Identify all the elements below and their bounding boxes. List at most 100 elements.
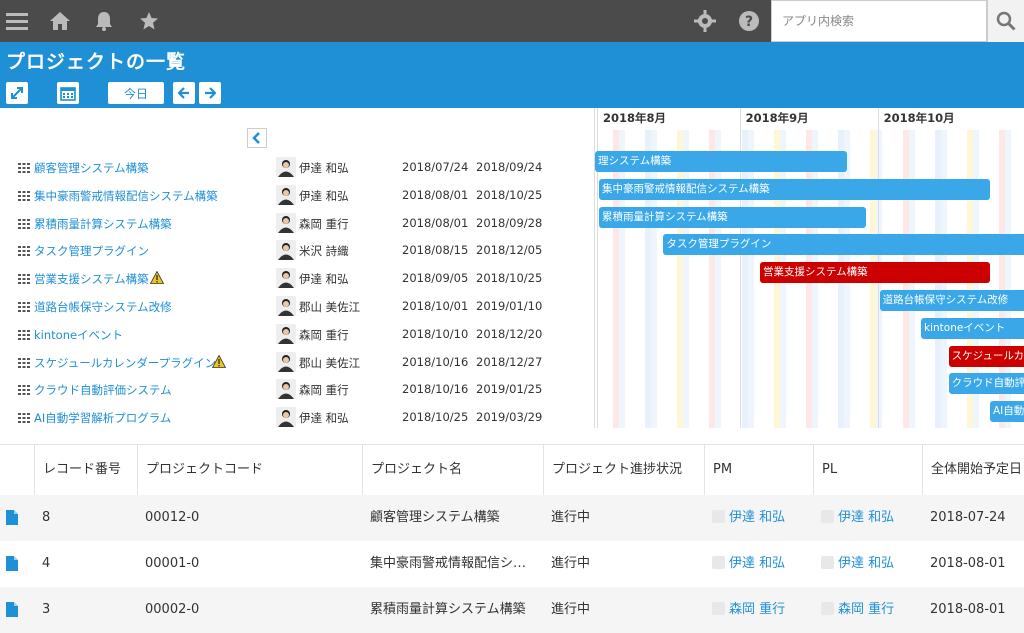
expand-button[interactable] xyxy=(6,82,28,104)
home-icon[interactable] xyxy=(47,8,73,34)
prev-button[interactable] xyxy=(173,82,195,104)
star-icon[interactable] xyxy=(136,8,162,34)
project-name-link[interactable]: スケジュールカレンダープラグイン xyxy=(34,355,216,371)
search-input[interactable]: アプリ内検索 xyxy=(771,0,987,42)
column-header[interactable]: PM xyxy=(704,445,813,495)
start-date: 2018/10/25 xyxy=(402,410,469,425)
cell-pl[interactable]: 伊達 和弘 xyxy=(813,495,922,541)
avatar xyxy=(276,157,296,177)
gantt-row[interactable]: AI自動学習解析プログラム 伊達 和弘 2018/10/25 2019/03/29 xyxy=(0,404,594,432)
gantt-row[interactable]: スケジュールカレンダープラグイン 郡山 美佐江 2018/10/16 2018/12/… xyxy=(0,349,594,377)
gantt-row[interactable]: 営業支援システム構築 伊達 和弘 2018/09/05 2018/10/25 xyxy=(0,265,594,293)
gantt-row[interactable]: タスク管理プラグイン 米沢 詩織 2018/08/15 2018/12/05 xyxy=(0,237,594,265)
start-date: 2018/09/05 xyxy=(402,271,469,286)
table-header: レコード番号 プロジェクトコード プロジェクト名 プロジェクト進捗状況 PM PL 全体開始… xyxy=(0,445,1024,495)
next-button[interactable] xyxy=(199,82,221,104)
user-name-link[interactable]: 伊達 和弘 xyxy=(838,556,894,571)
project-name-link[interactable]: 道路台帳保守システム改修 xyxy=(34,299,172,315)
grid-icon xyxy=(18,412,30,424)
weekend-stripe xyxy=(683,130,690,428)
grid-icon xyxy=(18,384,30,396)
cell-pm[interactable]: 伊達 和弘 xyxy=(704,541,813,587)
record-table: レコード番号 プロジェクトコード プロジェクト名 プロジェクト進捗状況 PM PL 全体開始… xyxy=(0,444,1024,633)
gantt-row[interactable]: kintoneイベント 森岡 重行 2018/10/10 2018/12/20 xyxy=(0,321,594,349)
gantt-task-list: 顧客管理システム構築 伊達 和弘 2018/07/24 2018/09/24 集中豪雨警… xyxy=(0,108,594,428)
gantt-row[interactable]: 顧客管理システム構築 伊達 和弘 2018/07/24 2018/09/24 xyxy=(0,154,594,182)
gantt-row[interactable]: 累積雨量計算システム構築 森岡 重行 2018/08/01 2018/09/28 xyxy=(0,210,594,238)
column-header[interactable]: プロジェクト進捗状況 xyxy=(543,445,704,495)
start-date: 2018/10/16 xyxy=(402,354,469,369)
project-name-link[interactable]: AI自動学習解析プログラム xyxy=(34,410,171,426)
user-name-link[interactable]: 伊達 和弘 xyxy=(838,510,894,525)
column-header[interactable]: 全体開始予定日 xyxy=(922,445,1024,495)
gantt-bar[interactable]: 累積雨量計算システム構築 xyxy=(599,206,866,228)
project-name-link[interactable]: 累積雨量計算システム構築 xyxy=(34,216,172,232)
cell-pl[interactable]: 森岡 重行 xyxy=(813,587,922,633)
today-button[interactable]: 今日 xyxy=(108,82,164,104)
start-date: 2018/08/01 xyxy=(402,187,469,202)
menu-icon[interactable] xyxy=(4,8,30,34)
top-bar: ? アプリ内検索 xyxy=(0,0,1024,42)
user-name-link[interactable]: 伊達 和弘 xyxy=(729,556,785,571)
grid-icon xyxy=(18,273,30,285)
record-detail-icon[interactable] xyxy=(6,510,18,525)
person-name: 伊達 和弘 xyxy=(299,161,349,175)
warning-icon xyxy=(211,354,227,368)
column-header[interactable]: プロジェクト名 xyxy=(362,445,543,495)
gantt-bar[interactable]: 集中豪雨警戒情報配信システム構築 xyxy=(599,178,990,200)
project-name-link[interactable]: 顧客管理システム構築 xyxy=(34,160,149,176)
start-date: 2018/08/01 xyxy=(402,215,469,230)
record-detail-icon[interactable] xyxy=(6,602,18,617)
user-name-link[interactable]: 森岡 重行 xyxy=(838,602,894,617)
gantt-row[interactable]: 集中豪雨警戒情報配信システム構築 伊達 和弘 2018/08/01 2018/10/2… xyxy=(0,182,594,210)
column-header[interactable]: プロジェクトコード xyxy=(137,445,362,495)
project-name-link[interactable]: クラウド自動評価システム xyxy=(34,382,172,398)
search-button[interactable] xyxy=(987,0,1024,42)
calendar-button[interactable] xyxy=(57,82,79,104)
cell-pl[interactable]: 伊達 和弘 xyxy=(813,541,922,587)
record-detail-icon[interactable] xyxy=(6,556,18,571)
person-name: 郡山 美佐江 xyxy=(299,355,361,370)
gantt-bar[interactable]: 理システム構築 xyxy=(595,151,848,172)
chevron-left-icon xyxy=(252,132,260,144)
start-date: 2018/07/24 xyxy=(402,160,469,174)
collapse-button[interactable] xyxy=(247,128,267,148)
gantt-bar[interactable]: AI自動 xyxy=(990,401,1024,423)
avatar xyxy=(276,407,296,428)
column-header[interactable]: レコード番号 xyxy=(34,445,137,495)
gantt-bar[interactable]: kintoneイベント xyxy=(921,317,1024,339)
project-name-link[interactable]: 営業支援システム構築 xyxy=(34,271,149,287)
gantt-row[interactable]: クラウド自動評価システム 森岡 重行 2018/10/16 2019/01/25 xyxy=(0,376,594,404)
person-name: 森岡 重行 xyxy=(299,216,349,231)
page-title: プロジェクトの一覧 xyxy=(6,51,187,73)
user-name-link[interactable]: 伊達 和弘 xyxy=(729,510,785,525)
avatar xyxy=(276,240,296,261)
gantt-bar[interactable]: タスク管理プラグイン xyxy=(663,234,1024,256)
arrow-right-icon xyxy=(205,87,216,99)
gantt-bar[interactable]: 営業支援システム構築 xyxy=(760,262,990,284)
user-name-link[interactable]: 森岡 重行 xyxy=(729,602,785,617)
avatar xyxy=(276,351,296,372)
gantt-bar[interactable]: スケジュールカ xyxy=(948,345,1024,367)
cell-no: 8 xyxy=(42,510,51,525)
column-header[interactable]: PL xyxy=(813,445,922,495)
help-icon[interactable]: ? xyxy=(736,8,762,34)
cell-pm[interactable]: 森岡 重行 xyxy=(704,587,813,633)
project-name-link[interactable]: kintoneイベント xyxy=(34,327,123,343)
end-date: 2019/01/25 xyxy=(476,382,543,397)
project-name-link[interactable]: 集中豪雨警戒情報配信システム構築 xyxy=(34,188,218,204)
weekend-stripe xyxy=(650,130,657,428)
avatar xyxy=(276,379,296,400)
grid-icon xyxy=(18,329,30,340)
gantt-bar[interactable]: 道路台帳保守システム改修 xyxy=(879,290,1024,311)
gantt-bar[interactable]: クラウド自動評 xyxy=(948,373,1024,395)
project-name-link[interactable]: タスク管理プラグイン xyxy=(34,243,149,259)
gear-icon[interactable] xyxy=(692,8,718,34)
svg-text:?: ? xyxy=(745,14,753,30)
person-name: 郡山 美佐江 xyxy=(299,300,361,314)
cell-pm[interactable]: 伊達 和弘 xyxy=(704,495,813,541)
gantt-row[interactable]: 道路台帳保守システム改修 郡山 美佐江 2018/10/01 2019/01/10 xyxy=(0,293,594,321)
user-icon xyxy=(821,556,834,569)
person-name: 森岡 重行 xyxy=(299,383,349,398)
bell-icon[interactable] xyxy=(91,8,117,34)
